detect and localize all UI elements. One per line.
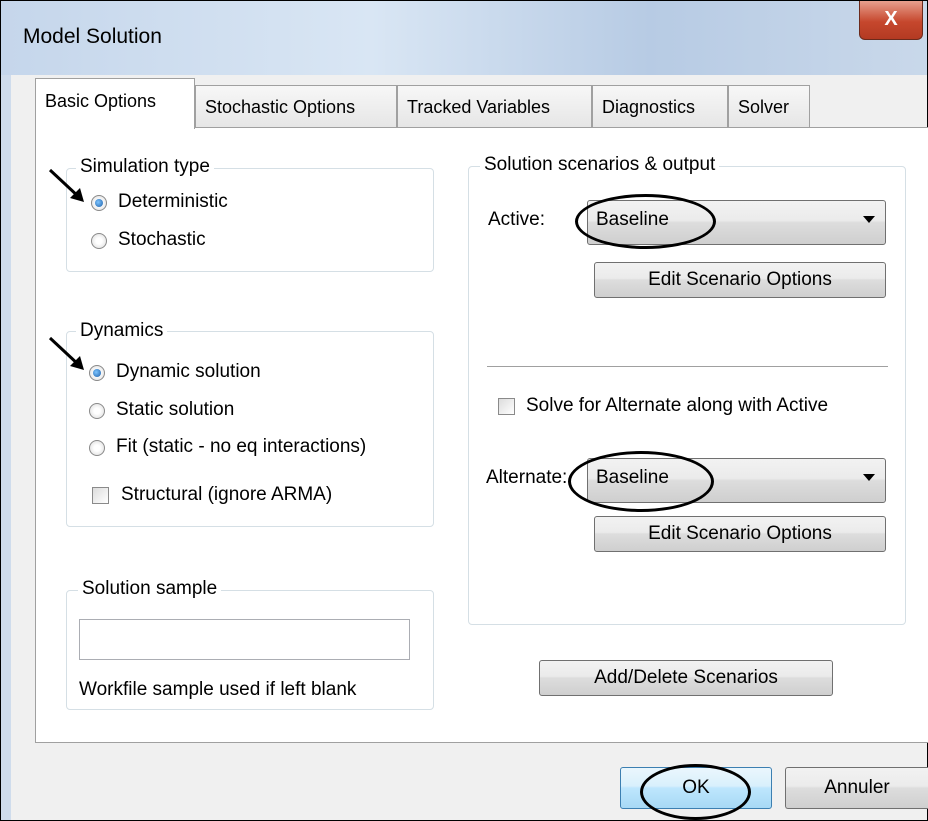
static-solution-label[interactable]: Static solution <box>116 399 234 421</box>
tab-basic-options[interactable]: Basic Options <box>35 78 195 129</box>
add-delete-scenarios-button[interactable]: Add/Delete Scenarios <box>539 660 833 696</box>
solution-sample-hint: Workfile sample used if left blank <box>79 679 357 700</box>
tab-label: Diagnostics <box>602 97 696 117</box>
deterministic-label[interactable]: Deterministic <box>118 191 228 213</box>
tab-tracked-variables[interactable]: Tracked Variables <box>397 85 592 127</box>
window-border <box>1 75 11 820</box>
tab-stochastic-options[interactable]: Stochastic Options <box>195 85 397 127</box>
structural-checkbox[interactable] <box>92 487 109 504</box>
fit-label[interactable]: Fit (static - no eq interactions) <box>116 436 366 458</box>
arrow-pointer-icon <box>48 336 84 370</box>
solve-alternate-label[interactable]: Solve for Alternate along with Active <box>526 395 828 417</box>
stochastic-radio[interactable] <box>91 233 107 249</box>
edit-scenario-options-button[interactable]: Edit Scenario Options <box>594 262 886 298</box>
annotation-circle <box>568 451 714 512</box>
arrow-pointer-icon <box>48 168 84 202</box>
solution-sample-input[interactable] <box>79 619 410 660</box>
tab-label: Tracked Variables <box>407 97 551 117</box>
dropdown-arrow-icon <box>863 216 875 223</box>
edit-alternate-scenario-options-button[interactable]: Edit Scenario Options <box>594 516 886 552</box>
alternate-label: Alternate: <box>486 467 568 488</box>
close-button[interactable]: X <box>859 1 923 40</box>
dynamics-title: Dynamics <box>76 320 168 342</box>
active-label: Active: <box>488 209 546 230</box>
dynamic-solution-radio[interactable] <box>89 365 105 381</box>
stochastic-label[interactable]: Stochastic <box>118 229 206 251</box>
solve-alternate-checkbox[interactable] <box>498 398 515 415</box>
cancel-button[interactable]: Annuler <box>785 767 928 809</box>
tab-label: Stochastic Options <box>205 97 356 117</box>
scenarios-title: Solution scenarios & output <box>480 154 720 176</box>
annotation-circle <box>640 764 751 820</box>
simulation-type-title: Simulation type <box>76 156 214 178</box>
static-solution-radio[interactable] <box>89 403 105 419</box>
structural-label[interactable]: Structural (ignore ARMA) <box>121 484 332 506</box>
tab-solver[interactable]: Solver <box>728 85 810 127</box>
dynamic-solution-label[interactable]: Dynamic solution <box>116 361 261 383</box>
deterministic-radio[interactable] <box>91 195 107 211</box>
fit-radio[interactable] <box>89 440 105 456</box>
tab-label: Solver <box>738 97 790 117</box>
close-icon: X <box>884 8 898 30</box>
dropdown-arrow-icon <box>863 474 875 481</box>
window-title: Model Solution <box>23 25 162 48</box>
separator <box>487 366 888 367</box>
tab-label: Basic Options <box>45 91 157 111</box>
annotation-circle <box>575 194 716 249</box>
simulation-type-group <box>66 168 434 272</box>
tab-diagnostics[interactable]: Diagnostics <box>592 85 728 127</box>
solution-sample-title: Solution sample <box>78 578 222 600</box>
